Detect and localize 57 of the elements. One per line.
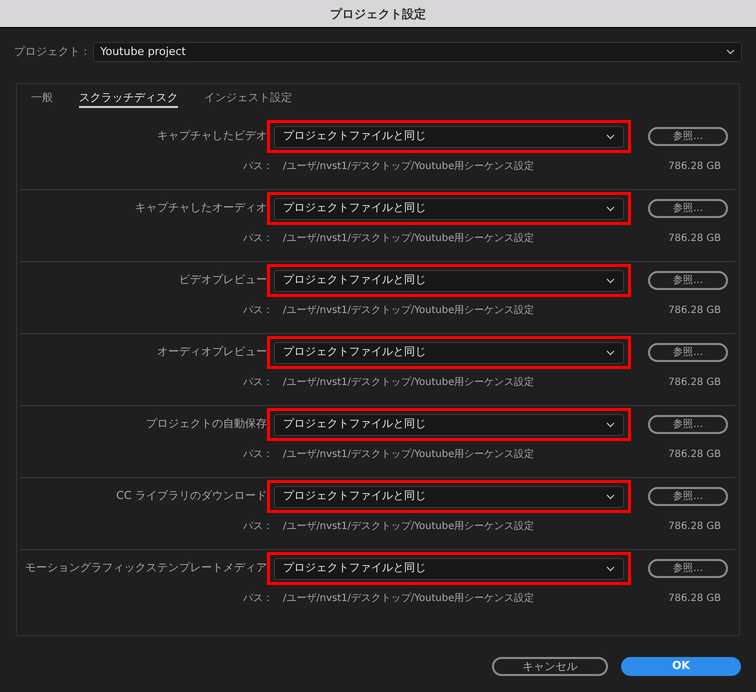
chevron-down-icon	[606, 494, 615, 500]
path-text: /ユーザ/nvst1/デスクトップ/Youtube用シーケンス設定	[283, 520, 536, 534]
setting-label: プロジェクトの自動保存	[145, 416, 267, 432]
disk-size: 786.28 GB	[667, 232, 721, 246]
setting-label: オーディオプレビュー	[156, 344, 267, 360]
tab[interactable]: 一般	[31, 90, 53, 108]
location-dropdown[interactable]: プロジェクトファイルと同じ	[274, 558, 624, 580]
path-label: パス：	[242, 232, 273, 246]
setting-label: キャプチャしたオーディオ	[134, 200, 267, 216]
location-dropdown[interactable]: プロジェクトファイルと同じ	[274, 198, 624, 220]
window-title: プロジェクト設定	[330, 6, 426, 22]
setting-label: キャプチャしたビデオ	[156, 128, 267, 144]
setting-label: ビデオプレビュー	[178, 272, 267, 288]
chevron-down-icon	[606, 206, 615, 212]
path-label: パス：	[242, 304, 273, 318]
cancel-button[interactable]: キャンセル	[492, 657, 608, 676]
chevron-down-icon	[606, 350, 615, 356]
location-dropdown[interactable]: プロジェクトファイルと同じ	[274, 486, 624, 508]
chevron-down-icon	[606, 566, 615, 572]
path-label: パス：	[242, 160, 273, 174]
chevron-down-icon	[606, 422, 615, 428]
setting-label: CC ライブラリのダウンロード	[115, 488, 267, 504]
location-dropdown[interactable]: プロジェクトファイルと同じ	[274, 342, 624, 364]
tab[interactable]: スクラッチディスク	[79, 90, 178, 108]
path-text: /ユーザ/nvst1/デスクトップ/Youtube用シーケンス設定	[283, 376, 536, 390]
browse-button[interactable]: 参照...	[648, 487, 728, 506]
path-label: パス：	[242, 376, 273, 390]
tab[interactable]: インジェスト設定	[204, 90, 292, 108]
browse-button[interactable]: 参照...	[648, 415, 728, 434]
disk-size: 786.28 GB	[667, 376, 721, 390]
browse-button[interactable]: 参照...	[648, 271, 728, 290]
location-dropdown[interactable]: プロジェクトファイルと同じ	[274, 270, 624, 292]
project-dropdown[interactable]: Youtube project	[93, 42, 742, 62]
disk-size: 786.28 GB	[667, 448, 721, 462]
disk-size: 786.28 GB	[667, 520, 721, 534]
path-label: パス：	[242, 592, 273, 606]
path-text: /ユーザ/nvst1/デスクトップ/Youtube用シーケンス設定	[283, 304, 536, 318]
location-dropdown[interactable]: プロジェクトファイルと同じ	[274, 126, 624, 148]
setting-label: モーショングラフィックステンプレートメディア	[24, 560, 267, 576]
project-label: プロジェクト :	[14, 44, 88, 60]
path-text: /ユーザ/nvst1/デスクトップ/Youtube用シーケンス設定	[283, 592, 536, 606]
path-label: パス：	[242, 520, 273, 534]
path-text: /ユーザ/nvst1/デスクトップ/Youtube用シーケンス設定	[283, 160, 536, 174]
path-text: /ユーザ/nvst1/デスクトップ/Youtube用シーケンス設定	[283, 232, 536, 246]
location-dropdown[interactable]: プロジェクトファイルと同じ	[274, 414, 624, 436]
chevron-down-icon	[606, 134, 615, 140]
disk-size: 786.28 GB	[667, 160, 721, 174]
disk-size: 786.28 GB	[667, 304, 721, 318]
chevron-down-icon	[726, 49, 735, 55]
browse-button[interactable]: 参照...	[648, 559, 728, 578]
path-label: パス：	[242, 448, 273, 462]
chevron-down-icon	[606, 278, 615, 284]
path-text: /ユーザ/nvst1/デスクトップ/Youtube用シーケンス設定	[283, 448, 536, 462]
browse-button[interactable]: 参照...	[648, 343, 728, 362]
browse-button[interactable]: 参照...	[648, 127, 728, 146]
disk-size: 786.28 GB	[667, 592, 721, 606]
browse-button[interactable]: 参照...	[648, 199, 728, 218]
